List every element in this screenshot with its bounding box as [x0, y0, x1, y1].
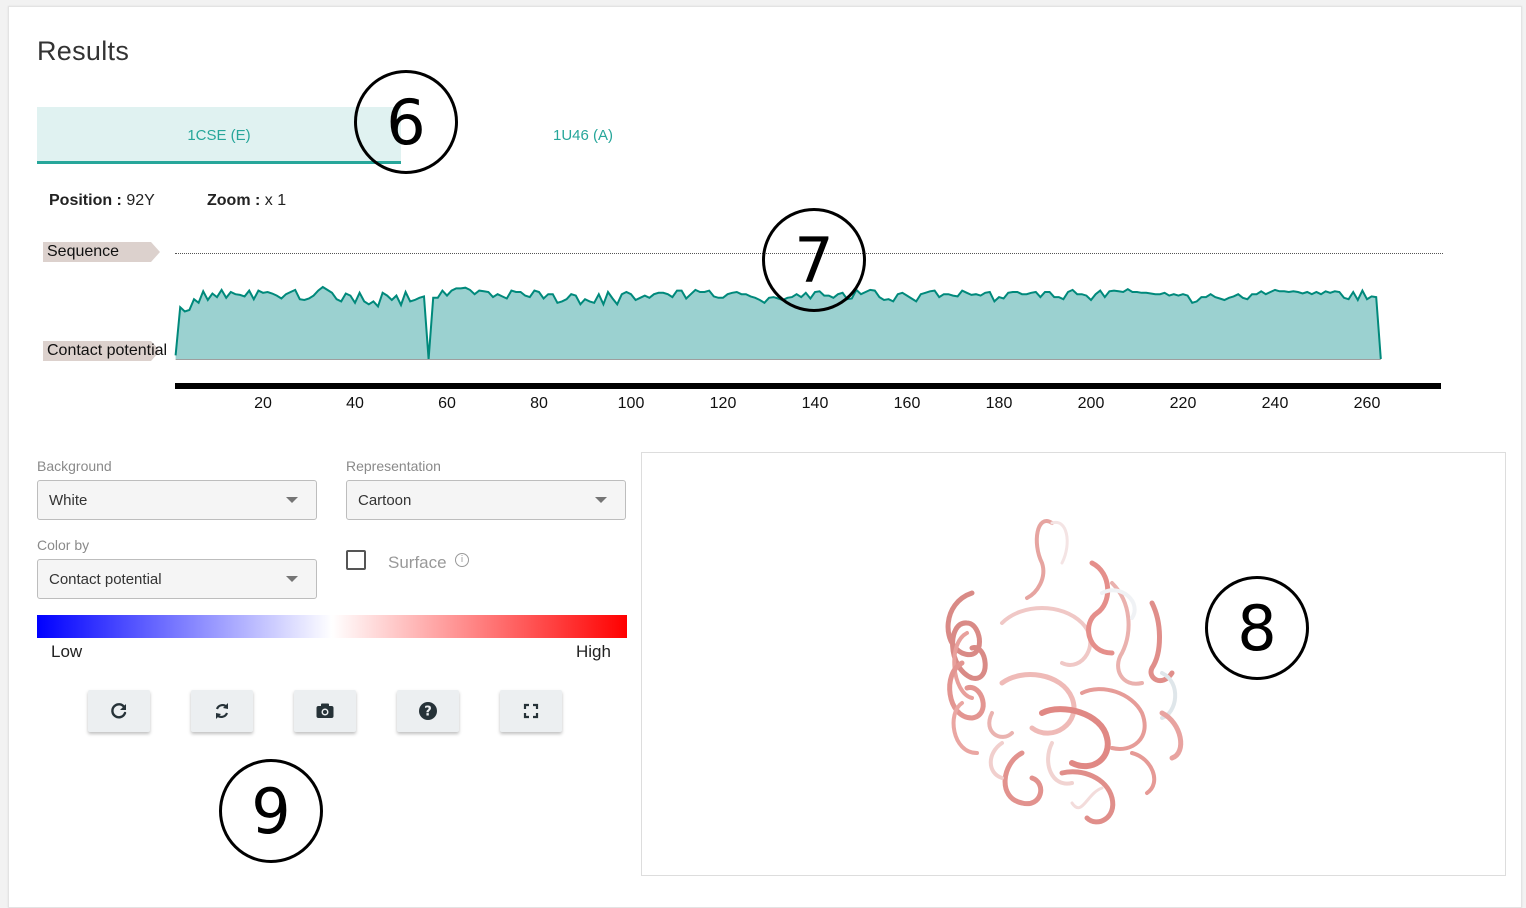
surface-checkbox[interactable] [346, 550, 366, 570]
redo-icon [111, 703, 127, 719]
x-tick-label: 40 [346, 395, 364, 412]
surface-label: Surface [388, 553, 447, 572]
color-by-value: Contact potential [49, 570, 162, 588]
callout-7: 7 [762, 208, 866, 312]
x-tick-label: 260 [1354, 395, 1381, 412]
chevron-down-icon [286, 497, 298, 503]
background-select[interactable]: White [37, 480, 317, 520]
callout-8: 8 [1205, 576, 1309, 680]
help-button[interactable]: ? [397, 690, 459, 732]
x-tick-label: 220 [1170, 395, 1197, 412]
screenshot-button[interactable] [294, 690, 356, 732]
fullscreen-button[interactable] [500, 690, 562, 732]
x-tick-label: 120 [710, 395, 737, 412]
x-tick-label: 80 [530, 395, 548, 412]
representation-select[interactable]: Cartoon [346, 480, 626, 520]
color-by-select[interactable]: Contact potential [37, 559, 317, 599]
x-tick-label: 140 [802, 395, 829, 412]
sync-icon [215, 703, 229, 719]
x-tick-label: 160 [894, 395, 921, 412]
molecule-viewer[interactable] [641, 452, 1506, 876]
expand-icon [523, 703, 539, 719]
scale-high-label: High [576, 642, 611, 661]
x-axis-bar[interactable] [175, 383, 1441, 389]
info-icon[interactable]: i [455, 553, 469, 567]
color-scale-gradient [37, 615, 627, 638]
representation-label: Representation [346, 458, 441, 474]
svg-text:?: ? [424, 705, 432, 720]
camera-icon [316, 703, 334, 718]
x-tick-label: 180 [986, 395, 1013, 412]
protein-structure-cartoon[interactable] [642, 453, 1505, 875]
color-by-label: Color by [37, 537, 90, 553]
question-circle-icon: ? [419, 702, 437, 720]
scale-low-label: Low [51, 642, 83, 661]
representation-value: Cartoon [358, 491, 412, 509]
x-tick-label: 60 [438, 395, 456, 412]
chevron-down-icon [595, 497, 607, 503]
background-value: White [49, 491, 88, 509]
chevron-down-icon [286, 576, 298, 582]
contact-track-label: Contact potential [47, 342, 168, 359]
x-tick-label: 20 [254, 395, 272, 412]
contact-potential-chart[interactable]: 20 40 60 80 100 120 140 160 180 200 220 240 260 [0, 0, 1526, 430]
callout-6: 6 [354, 70, 458, 174]
x-axis-ticks: 20 40 60 80 100 120 140 160 180 200 220 240 260 [254, 395, 1380, 412]
spin-button[interactable] [191, 690, 253, 732]
x-tick-label: 240 [1262, 395, 1289, 412]
x-tick-label: 100 [618, 395, 645, 412]
background-label: Background [37, 458, 112, 474]
reset-view-button[interactable] [88, 690, 150, 732]
x-tick-label: 200 [1078, 395, 1105, 412]
callout-9: 9 [219, 759, 323, 863]
